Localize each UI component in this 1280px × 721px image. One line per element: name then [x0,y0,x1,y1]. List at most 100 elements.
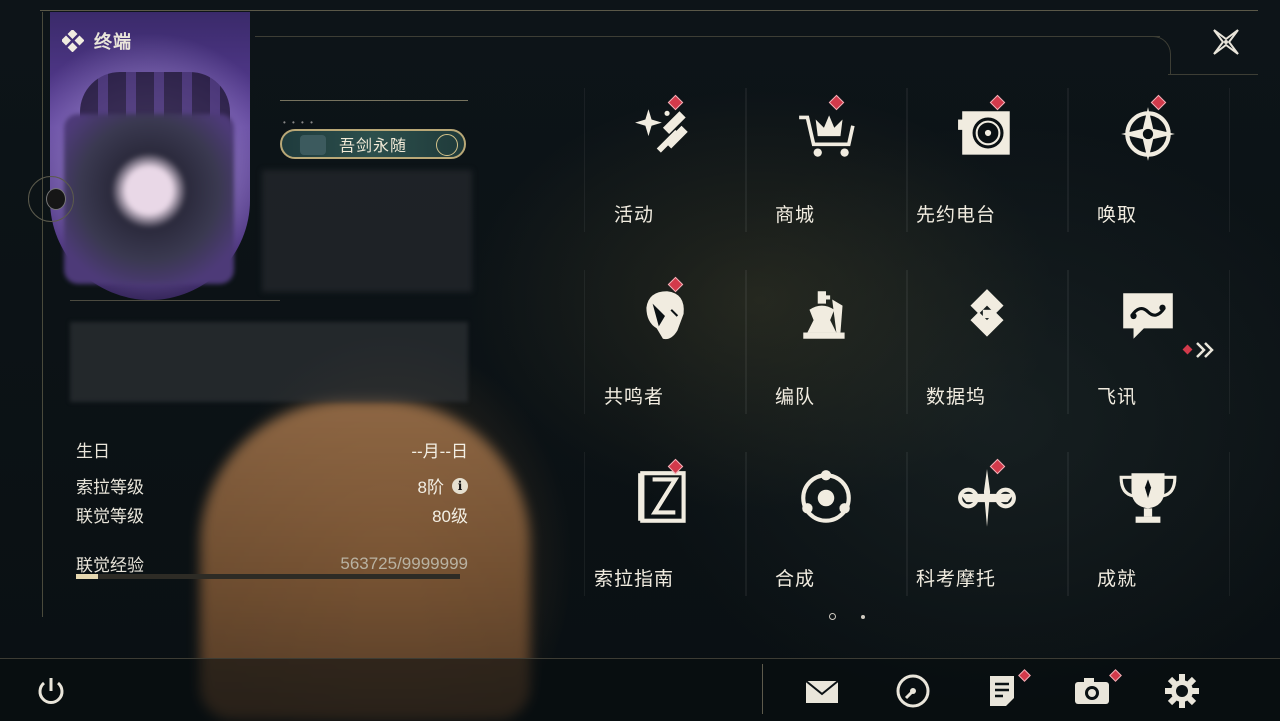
data-dock-icon [970,289,1004,337]
stat-union-level: 联觉等级 80级 [76,502,468,527]
frame-right-line [1168,74,1258,75]
grid-separator [906,270,907,414]
menu-item-11[interactable]: 科考摩托 [906,452,1067,602]
guide-book-icon [638,471,686,523]
menu-item-label: 成就 [1096,569,1137,590]
menu-item-label: 活动 [613,205,654,226]
grid-separator [1067,270,1068,414]
menu-item-label: 合成 [774,569,815,590]
close-icon[interactable] [1206,22,1246,62]
menu-item-5[interactable]: 共鸣者 [584,270,745,420]
grid-separator [584,88,585,232]
power-icon[interactable] [34,674,68,708]
blurred-signature[interactable] [70,322,468,402]
grid-separator [746,88,747,232]
next-page-icon[interactable] [1181,340,1221,360]
clock-icon[interactable] [894,672,932,710]
stat-value: 8阶 [417,478,444,497]
menu-item-label: 先约电台 [915,205,996,226]
menu-item-label: 飞讯 [1096,387,1137,408]
menu-item-label: 数据坞 [925,387,986,408]
page-indicator-active[interactable] [829,613,836,620]
cart-crown-icon [799,115,855,157]
grid-separator [745,270,746,414]
stat-value: --月--日 [411,442,468,461]
stat-value: 80级 [432,507,468,526]
stat-value: 563725/9999999 [340,553,468,573]
grid-separator [746,452,747,596]
radio-icon [958,111,1010,155]
menu-item-label: 索拉指南 [593,569,674,590]
exp-progress-fill [76,574,98,579]
exp-progress-bar [76,574,460,579]
grid-separator [746,270,747,414]
menu-item-9[interactable]: 索拉指南 [584,452,745,602]
frame-arc-line [255,36,1160,37]
stat-label: 联觉等级 [76,507,144,526]
menu-item-label: 共鸣者 [603,387,664,408]
grid-separator [907,452,908,596]
page-title: 终端 [62,28,132,54]
menu-item-10[interactable]: 合成 [745,452,906,602]
grid-separator [584,452,585,596]
stat-label: 生日 [76,442,110,461]
menu-item-12[interactable]: 成就 [1067,452,1228,602]
mail-icon[interactable] [803,672,841,710]
stat-birthday: 生日 --月--日 [76,437,468,462]
stat-value-wrap: 8阶 i [418,473,468,498]
title-badge[interactable]: 吾剑永随 [280,129,466,159]
menu-item-7[interactable]: 数据坞 [906,270,1067,420]
page-indicator[interactable] [861,615,865,619]
menu-item-6[interactable]: 编队 [745,270,906,420]
name-underline [280,100,468,101]
stat-union-exp: 联觉经验 563725/9999999 [76,551,468,576]
settings-icon[interactable] [1163,672,1201,710]
compass-star-icon [1121,107,1175,161]
grid-separator [584,270,585,414]
grid-separator [1229,452,1230,596]
motorbike-icon [958,469,1016,527]
frame-left-line [42,12,43,617]
badge-portrait [300,135,326,155]
grid-separator [1068,452,1069,596]
badge-emblem-icon [436,134,458,156]
grid-separator [1067,88,1068,232]
badge-label: 吾剑永随 [338,138,407,155]
grid-separator [1229,270,1230,414]
frame-top-line [40,10,1258,11]
grid-separator [1067,452,1068,596]
sparkle-icon [635,109,688,153]
menu-item-label: 编队 [774,387,815,408]
terminal-icon [62,30,84,52]
grid-separator [906,88,907,232]
grid-separator [907,270,908,414]
synthesis-icon [801,470,851,523]
trophy-icon [1119,473,1177,523]
menu-item-label: 商城 [774,205,815,226]
notes-icon[interactable] [983,672,1021,710]
avatar-ornament-dot [46,188,66,210]
divider [70,300,280,301]
bottom-separator [762,664,763,714]
camera-icon[interactable] [1073,672,1111,710]
avatar[interactable] [64,114,234,284]
page-title-text: 终端 [94,32,132,52]
grid-separator [907,88,908,232]
stat-sola-level: 索拉等级 8阶 i [76,473,468,498]
grid-separator [1229,88,1230,232]
info-icon[interactable]: i [452,477,468,494]
grid-separator [1068,270,1069,414]
grid-separator [745,452,746,596]
grid-separator [906,452,907,596]
menu-item-label: 科考摩托 [915,569,996,590]
menu-item-label: 唤取 [1096,205,1137,226]
grid-separator [745,88,746,232]
stat-label: 联觉经验 [76,556,144,575]
stat-label: 索拉等级 [76,478,144,497]
menu-item-4[interactable]: 唤取 [1067,88,1228,238]
decor-dots: • • • • [283,118,315,127]
menu-item-2[interactable]: 商城 [745,88,906,238]
menu-item-3[interactable]: 先约电台 [906,88,1067,238]
chat-bubble-icon [1123,293,1173,339]
menu-item-1[interactable]: 活动 [584,88,745,238]
